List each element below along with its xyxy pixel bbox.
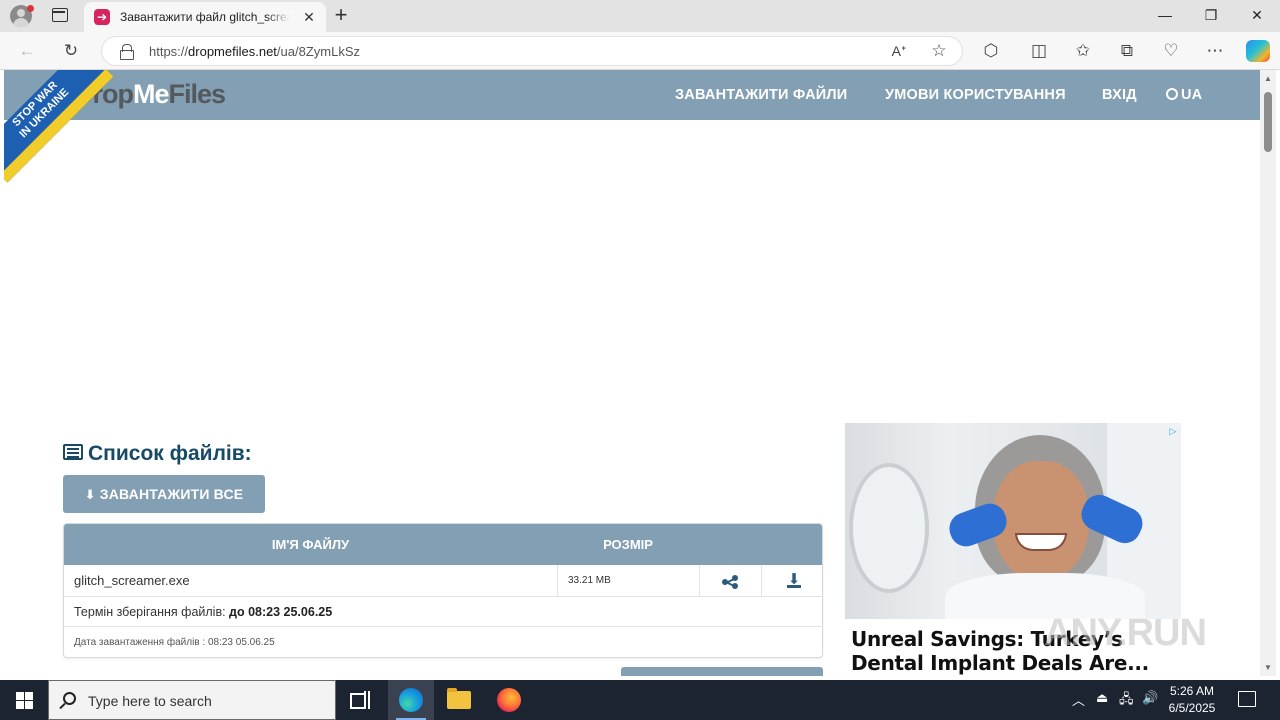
site-header: DropMeFiles ЗАВАНТАЖИТИ ФАЙЛИ УМОВИ КОРИ… xyxy=(4,70,1260,120)
network-icon[interactable]: 🖧 xyxy=(1119,690,1134,712)
back-icon[interactable]: ← xyxy=(16,40,38,62)
tab-close-icon[interactable]: ✕ xyxy=(300,8,318,26)
share-icon xyxy=(722,575,738,589)
scroll-down-icon[interactable]: ▼ xyxy=(1264,663,1272,672)
task-view-icon[interactable] xyxy=(350,691,370,709)
lock-icon[interactable] xyxy=(120,44,134,60)
dropmefiles-favicon-icon: ➔ xyxy=(94,9,110,25)
edge-icon xyxy=(399,688,423,712)
tab-bar: ➔ Завантажити файл glitch_screamer.exe ✕… xyxy=(0,0,1280,32)
browser-essentials-icon[interactable]: ♡ xyxy=(1160,40,1182,62)
storage-term: Термін зберігання файлів: до 08:23 25.06… xyxy=(74,605,333,619)
url-text[interactable]: https://dropmefiles.net/ua/8ZymLkSz xyxy=(149,44,360,59)
download-icon: ⬇ xyxy=(787,571,801,588)
nav-terms-of-use[interactable]: УМОВИ КОРИСТУВАННЯ xyxy=(885,87,1066,103)
search-placeholder: Type here to search xyxy=(88,693,212,709)
nav-language[interactable]: UA xyxy=(1166,87,1202,103)
anyrun-watermark: ANY.RUN xyxy=(1044,612,1207,654)
file-list-title: Список файлів: xyxy=(63,442,252,466)
taskbar-search-box[interactable]: Type here to search xyxy=(48,680,336,720)
tab-actions-icon[interactable] xyxy=(52,8,68,22)
partial-button[interactable] xyxy=(621,667,823,676)
more-icon[interactable]: ⋯ xyxy=(1204,40,1226,62)
volume-icon[interactable]: 🔊 xyxy=(1142,690,1158,706)
download-icon: ⬇ xyxy=(84,487,96,502)
share-button[interactable] xyxy=(699,565,761,597)
favorite-star-icon[interactable]: ☆ xyxy=(928,40,950,62)
notification-icon[interactable] xyxy=(1238,691,1256,707)
nav-login[interactable]: ВХІД xyxy=(1102,87,1137,103)
list-icon xyxy=(63,444,83,460)
extensions-icon[interactable]: ⬡ xyxy=(980,40,1002,62)
ad-image[interactable]: ▷ xyxy=(845,423,1181,619)
upload-date: Дата завантаження файлів : 08:23 05.06.2… xyxy=(74,637,275,648)
column-header-size: РОЗМІР xyxy=(603,537,653,552)
file-name[interactable]: glitch_screamer.exe xyxy=(74,565,190,597)
tab-title: Завантажити файл glitch_screamer.exe xyxy=(120,10,290,24)
nav-upload-files[interactable]: ЗАВАНТАЖИТИ ФАЙЛИ xyxy=(675,87,847,103)
page-scrollbar[interactable]: ▲ ▼ xyxy=(1260,70,1276,676)
column-header-name: ІМ'Я ФАЙЛУ xyxy=(271,537,350,552)
tray-chevron-icon[interactable]: ︿ xyxy=(1072,690,1085,709)
profile-notification-dot xyxy=(27,5,34,12)
refresh-icon[interactable]: ↻ xyxy=(60,40,82,62)
web-page: DropMeFiles ЗАВАНТАЖИТИ ФАЙЛИ УМОВИ КОРИ… xyxy=(4,70,1260,676)
tray-usb-icon[interactable]: ⏏ xyxy=(1096,690,1108,706)
minimize-button[interactable]: — xyxy=(1150,4,1180,26)
taskbar: Type here to search ︿ ⏏ 🖧 🔊 5:26 AM 6/5/… xyxy=(0,680,1280,720)
clock-time: 5:26 AM xyxy=(1169,684,1215,698)
storage-term-value: до 08:23 25.06.25 xyxy=(229,605,333,619)
globe-icon xyxy=(1166,88,1178,100)
taskbar-firefox[interactable] xyxy=(486,680,532,720)
taskbar-edge[interactable] xyxy=(388,680,434,720)
taskbar-file-explorer[interactable] xyxy=(436,680,482,720)
window-close-button[interactable]: ✕ xyxy=(1242,4,1272,26)
table-header: ІМ'Я ФАЙЛУ РОЗМІР xyxy=(64,524,822,565)
file-explorer-icon xyxy=(447,688,471,709)
file-size: 33.21 MB xyxy=(557,565,699,597)
firefox-icon xyxy=(497,688,521,712)
clock-date: 6/5/2025 xyxy=(1168,701,1216,715)
table-row: glitch_screamer.exe 33.21 MB ⬇ xyxy=(64,565,822,597)
collections-icon[interactable]: ⧉ xyxy=(1116,40,1138,62)
search-icon xyxy=(63,692,76,705)
favorites-icon[interactable]: ✩ xyxy=(1072,40,1094,62)
maximize-button[interactable]: ❐ xyxy=(1196,4,1226,26)
windows-start-icon[interactable] xyxy=(16,692,33,709)
browser-toolbar: ← ↻ https://dropmefiles.net/ua/8ZymLkSz … xyxy=(0,32,1280,70)
tab-active[interactable]: ➔ Завантажити файл glitch_screamer.exe ✕ xyxy=(84,2,326,32)
read-aloud-icon[interactable]: Aᐩ xyxy=(888,40,910,62)
scroll-up-icon[interactable]: ▲ xyxy=(1264,74,1272,83)
download-all-button[interactable]: ⬇ ЗАВАНТАЖИТИ ВСЕ xyxy=(63,475,265,513)
system-clock[interactable]: 5:26 AM 6/5/2025 xyxy=(1160,683,1224,717)
new-tab-button[interactable]: + xyxy=(330,4,352,26)
download-file-button[interactable]: ⬇ xyxy=(761,565,822,597)
split-screen-icon[interactable]: ◫ xyxy=(1028,40,1050,62)
adchoices-icon[interactable]: ▷ xyxy=(1167,425,1179,437)
address-bar[interactable]: https://dropmefiles.net/ua/8ZymLkSz Aᐩ ☆ xyxy=(101,36,963,66)
copilot-icon[interactable] xyxy=(1246,40,1270,62)
file-table: ІМ'Я ФАЙЛУ РОЗМІР glitch_screamer.exe 33… xyxy=(63,523,823,658)
scroll-thumb[interactable] xyxy=(1264,92,1272,152)
